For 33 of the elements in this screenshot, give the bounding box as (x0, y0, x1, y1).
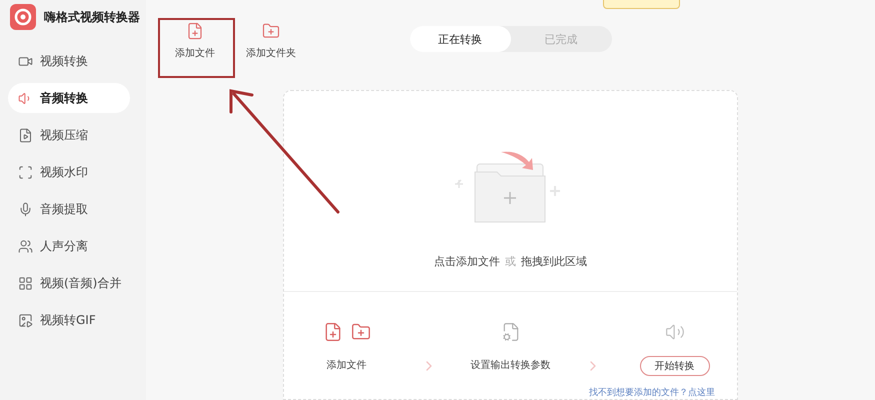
sidebar-item[interactable]: 人声分离 (8, 231, 130, 261)
folder-plus-icon (262, 22, 280, 40)
sidebar-item[interactable]: 视频(音频)合并 (8, 268, 130, 298)
help-link[interactable]: 找不到想要添加的文件？点这里 (589, 386, 715, 399)
folder-plus-icon (350, 322, 370, 342)
sidebar-item-icon (18, 312, 33, 328)
tab[interactable]: 正在转换 (410, 26, 510, 52)
file-settings-icon (500, 322, 520, 342)
sidebar-item-icon (18, 276, 33, 290)
file-plus-icon (322, 322, 342, 342)
sidebar-item[interactable]: 视频转换 (8, 46, 130, 76)
sidebar-item[interactable]: 视频转GIF (8, 305, 130, 335)
drag-prompt: 拖拽到此区域 (521, 254, 587, 269)
add-folder-button[interactable]: 添加文件夹 (236, 20, 306, 62)
speaker-icon (664, 322, 684, 342)
add-file-button[interactable]: 添加文件 (160, 20, 230, 62)
sidebar-item[interactable]: 音频转换 (8, 83, 130, 113)
file-plus-icon (186, 22, 204, 40)
sidebar-item[interactable]: 视频水印 (8, 157, 130, 187)
or-label: 或 (505, 254, 516, 269)
step-label: 设置输出转换参数 (470, 358, 550, 373)
start-convert-button[interactable]: 开始转换 (640, 356, 710, 376)
sidebar-item[interactable]: 视频压缩 (8, 120, 130, 150)
app-logo (10, 4, 36, 30)
sidebar-item-icon (18, 128, 33, 142)
drop-zone[interactable]: 点击添加文件 或 拖拽到此区域 添加文件 设置输出转换参数 开始转换 找不到想要添加的文件？点这里 (283, 90, 738, 400)
sidebar-item[interactable]: 音频提取 (8, 194, 130, 224)
sidebar-item-icon (18, 164, 33, 180)
sidebar-item-icon (18, 238, 33, 254)
step-label: 添加文件 (326, 358, 366, 373)
app-title: 嗨格式视频转换器 (44, 8, 140, 26)
sidebar-item-icon (18, 202, 33, 216)
drop-prompt: 点击添加文件 (434, 254, 500, 269)
